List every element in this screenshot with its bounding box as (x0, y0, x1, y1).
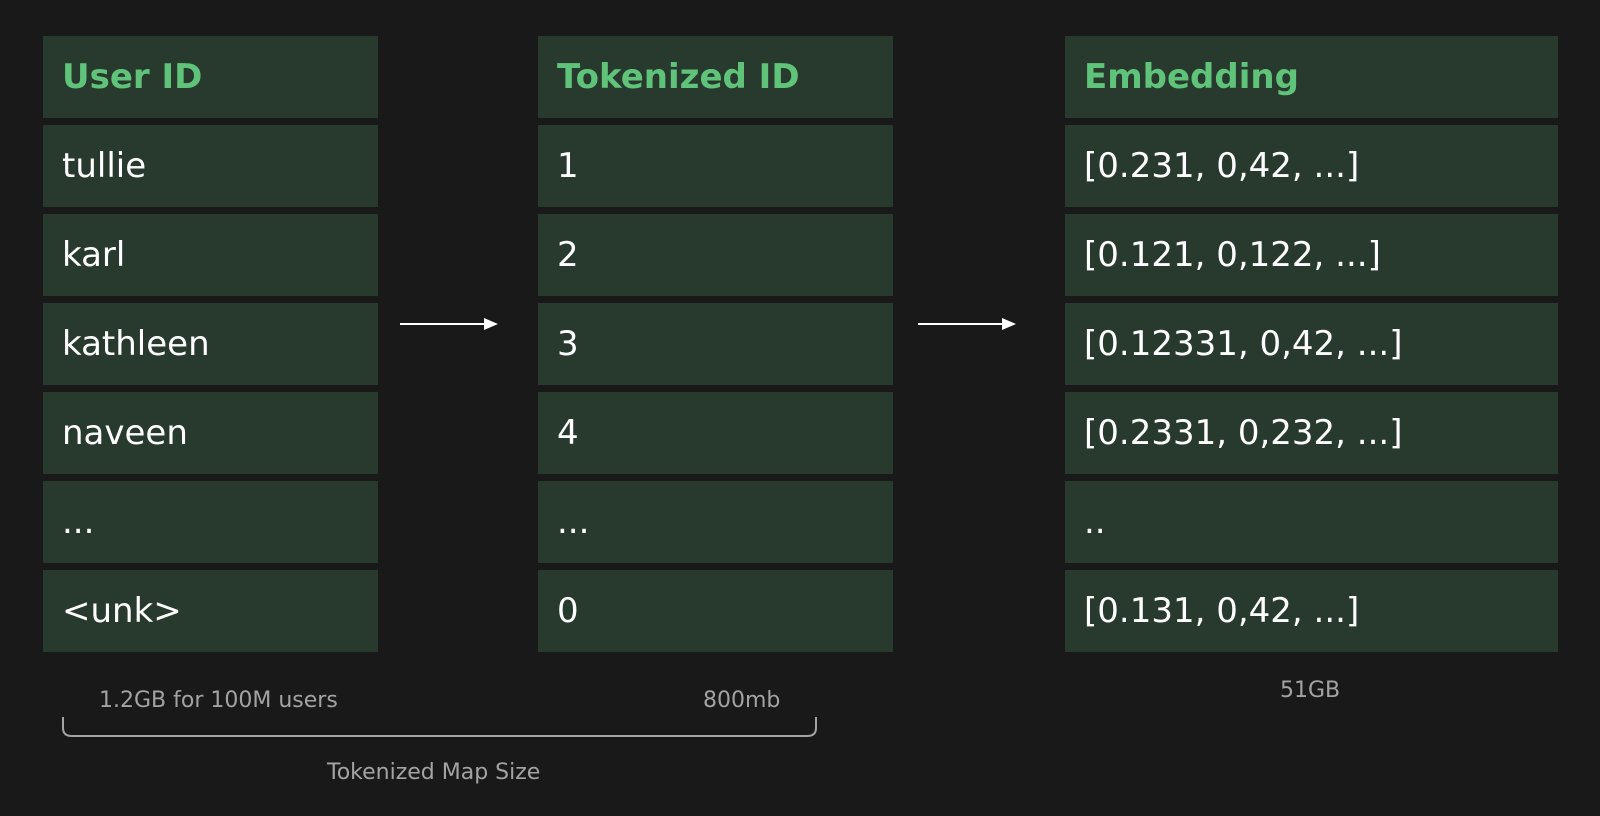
tokenized-id-header: Tokenized ID (538, 36, 893, 118)
embedding-header: Embedding (1065, 36, 1558, 118)
embedding-cell: [0.121, 0,122, ...] (1065, 214, 1558, 296)
embedding-size-caption: 51GB (1280, 678, 1341, 703)
embedding-cell: [0.131, 0,42, ...] (1065, 570, 1558, 652)
tokenized-id-cell: 3 (538, 303, 893, 385)
tokenized-id-cell: 2 (538, 214, 893, 296)
user-map-size-caption: 1.2GB for 100M users (99, 688, 338, 713)
embedding-column: Embedding [0.231, 0,42, ...] [0.121, 0,1… (1065, 36, 1558, 652)
token-map-size-caption: 800mb (703, 688, 781, 713)
user-id-cell: ... (43, 481, 378, 563)
user-id-cell: naveen (43, 392, 378, 474)
user-id-cell: karl (43, 214, 378, 296)
user-id-cell: tullie (43, 125, 378, 207)
tokenized-id-cell: 0 (538, 570, 893, 652)
embedding-cell: [0.2331, 0,232, ...] (1065, 392, 1558, 474)
user-id-cell: kathleen (43, 303, 378, 385)
tokenized-id-cell: 4 (538, 392, 893, 474)
user-id-header: User ID (43, 36, 378, 118)
brace-bracket (62, 717, 817, 737)
user-id-column: User ID tullie karl kathleen naveen ... … (43, 36, 378, 652)
tokenized-map-size-label: Tokenized Map Size (327, 760, 541, 785)
user-id-cell: <unk> (43, 570, 378, 652)
tokenized-id-column: Tokenized ID 1 2 3 4 ... 0 (538, 36, 893, 652)
embedding-cell: [0.231, 0,42, ...] (1065, 125, 1558, 207)
embedding-cell: [0.12331, 0,42, ...] (1065, 303, 1558, 385)
arrow-right-icon (918, 318, 1016, 330)
arrow-right-icon (400, 318, 498, 330)
embedding-cell: .. (1065, 481, 1558, 563)
tokenized-id-cell: ... (538, 481, 893, 563)
tokenized-id-cell: 1 (538, 125, 893, 207)
